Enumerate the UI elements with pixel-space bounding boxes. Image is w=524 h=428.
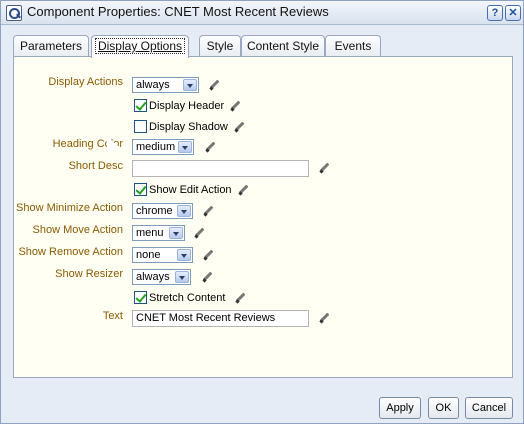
pencil-icon[interactable] [205, 142, 215, 152]
display-header-label: Display Header [149, 100, 225, 112]
tab-style[interactable]: Style [199, 35, 241, 57]
display-shadow-checkbox[interactable] [134, 120, 147, 133]
show-resizer-label: Show Resizer [55, 268, 123, 280]
component-properties-icon [6, 5, 22, 21]
tab-parameters[interactable]: Parameters [13, 35, 89, 57]
text-input[interactable]: CNET Most Recent Reviews [132, 310, 309, 327]
pencil-icon[interactable] [230, 101, 240, 111]
heading-color-value: medium [136, 141, 176, 153]
show-remove-action-label: Show Remove Action [18, 246, 123, 258]
chevron-down-icon[interactable] [175, 271, 189, 283]
pencil-icon[interactable] [238, 185, 248, 195]
pencil-icon[interactable] [203, 250, 213, 260]
tab-label: Style [206, 39, 234, 53]
title-bar[interactable]: Component Properties: CNET Most Recent R… [1, 1, 523, 25]
pencil-icon[interactable] [235, 293, 245, 303]
short-desc-input[interactable] [132, 160, 309, 177]
display-actions-value: always [136, 79, 170, 91]
apply-button[interactable]: Apply [379, 397, 421, 419]
pencil-icon[interactable] [234, 122, 244, 132]
show-remove-action-value: none [136, 249, 161, 261]
show-move-action-value: menu [136, 227, 164, 239]
button-bar: Apply OK Cancel [1, 383, 523, 423]
display-header-checkbox[interactable] [134, 99, 147, 112]
close-button[interactable]: ✕ [505, 5, 521, 21]
pencil-icon[interactable] [319, 163, 329, 173]
tab-events[interactable]: Events [325, 35, 381, 57]
display-actions-label: Display Actions [48, 76, 123, 88]
show-remove-action-select[interactable]: none [132, 247, 193, 263]
ok-button[interactable]: OK [428, 397, 459, 419]
chevron-down-icon[interactable] [183, 79, 197, 91]
show-resizer-select[interactable]: always [132, 269, 191, 285]
show-edit-action-checkbox[interactable] [134, 183, 147, 196]
tab-content-style[interactable]: Content Style [241, 35, 325, 57]
display-options-panel: Display Actions always Display Header Di… [13, 56, 513, 378]
show-edit-action-label: Show Edit Action [149, 184, 232, 196]
chevron-down-icon[interactable] [177, 249, 191, 261]
pencil-icon[interactable] [194, 228, 204, 238]
tab-label: Parameters [19, 39, 83, 53]
show-minimize-action-value: chrome [136, 205, 173, 217]
stretch-content-checkbox[interactable] [134, 291, 147, 304]
heading-color-select[interactable]: medium [132, 139, 194, 155]
short-desc-label: Short Desc [68, 160, 123, 172]
show-resizer-value: always [136, 271, 170, 283]
show-move-action-select[interactable]: menu [132, 225, 185, 241]
show-move-action-label: Show Move Action [32, 224, 124, 236]
window-title: Component Properties: CNET Most Recent R… [27, 4, 329, 19]
pencil-icon[interactable] [203, 206, 213, 216]
pencil-icon[interactable] [319, 313, 329, 323]
help-button[interactable]: ? [487, 5, 503, 21]
display-shadow-label: Display Shadow [149, 121, 228, 133]
tab-display-options[interactable]: Display Options [91, 35, 189, 58]
tab-label: Content Style [246, 39, 320, 53]
tab-label: Events [334, 39, 372, 53]
chevron-down-icon[interactable] [178, 141, 192, 153]
pencil-icon[interactable] [209, 80, 219, 90]
chevron-down-icon[interactable] [177, 205, 191, 217]
tab-strip: Parameters Display Options Style Content… [13, 35, 513, 58]
text-label: Text [102, 310, 123, 322]
stretch-content-label: Stretch Content [149, 292, 226, 304]
chevron-down-icon[interactable] [169, 227, 183, 239]
show-minimize-action-select[interactable]: chrome [132, 203, 193, 219]
tab-label: Display Options [94, 38, 186, 54]
dialog-window: Component Properties: CNET Most Recent R… [0, 0, 524, 424]
cancel-button[interactable]: Cancel [465, 397, 513, 419]
pencil-icon[interactable] [202, 272, 212, 282]
display-actions-select[interactable]: always [132, 77, 199, 93]
show-minimize-action-label: Show Minimize Action [16, 202, 123, 214]
